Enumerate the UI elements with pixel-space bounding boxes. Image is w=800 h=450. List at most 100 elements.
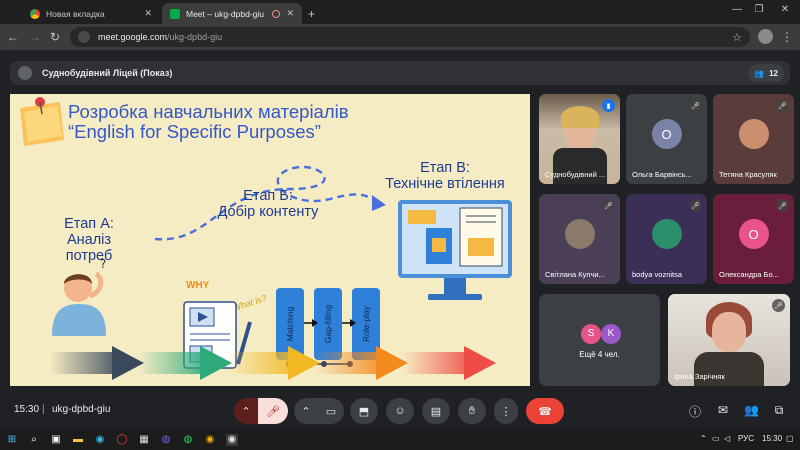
more-options-button[interactable]: ⋮ [494, 398, 518, 424]
language-indicator[interactable]: РУС [738, 434, 754, 443]
mic-off-icon: 🎤︎ [776, 99, 789, 112]
participant-tile[interactable]: 🎤︎ Ірина Зарічняк [668, 294, 790, 386]
participant-tile[interactable]: 🎤︎ bodya voznitsa [626, 194, 707, 284]
site-info-icon[interactable] [78, 31, 90, 43]
more-vert-icon: ⋮ [500, 405, 512, 418]
reactions-button[interactable]: ☺ [386, 398, 414, 424]
activities-icon[interactable]: ⧉ [772, 403, 786, 418]
file-explorer-icon[interactable]: ▬ [72, 434, 84, 446]
forward-icon[interactable]: → [28, 30, 42, 44]
mic-toggle-button[interactable]: 🎤︎ [258, 398, 288, 424]
volume-icon[interactable]: ◁ [724, 434, 730, 443]
svg-text:?: ? [100, 257, 106, 271]
stage-c-subtitle: Технічне втілення [385, 176, 505, 192]
windows-start-icon[interactable]: ⊞ [6, 434, 18, 446]
meet-taskbar-icon[interactable]: ◉ [226, 434, 238, 446]
menu-icon[interactable]: ⋮ [780, 30, 794, 44]
url-path: /ukg-dpbd-giu [167, 32, 223, 42]
participant-avatar: О [738, 219, 769, 249]
participant-photo-avatar [564, 219, 595, 249]
participant-tile[interactable]: О 🎤︎ Ольга Барвінсь... [626, 94, 707, 184]
presenter-avatar [18, 66, 32, 80]
chrome-taskbar-icon[interactable]: ◉ [204, 434, 216, 446]
participant-tile[interactable]: 🎤︎ Світлана Купчи... [539, 194, 620, 284]
camera-toggle-button[interactable]: ▭ [318, 398, 344, 424]
participant-name: Ірина Зарічняк [674, 372, 725, 381]
participant-avatar: О [651, 119, 682, 149]
stage-a-title: Етап А: [64, 216, 114, 232]
arrow-tail [314, 352, 382, 374]
profile-avatar[interactable] [758, 29, 773, 44]
viber-icon[interactable]: ◍ [160, 434, 172, 446]
camera-icon: ▭ [325, 405, 337, 418]
bookmark-star-icon[interactable]: ☆ [732, 31, 742, 44]
reload-icon[interactable]: ↻ [48, 30, 62, 44]
leave-call-button[interactable]: ☎ [526, 398, 564, 424]
slide-title: Розробка навчальних матеріалів “English … [68, 102, 349, 142]
participant-name: Суднобудівний ... [545, 170, 606, 179]
tab-meet[interactable]: Meet – ukg-dpbd-giu ✕ [162, 3, 302, 24]
presentation-bar: Суднобудівний Ліцей (Показ) 👥 12 [10, 61, 790, 85]
restore-icon[interactable]: ❐ [752, 4, 766, 15]
meeting-code: ukg-dpbd-giu [52, 404, 111, 415]
tray-chevron-icon[interactable]: ⌃ [700, 434, 707, 443]
meet-area: Суднобудівний Ліцей (Показ) 👥 12 Розробк… [0, 50, 800, 430]
mic-off-icon: 🎤︎ [602, 199, 615, 212]
opera-icon[interactable]: ◯ [116, 434, 128, 446]
present-screen-icon: ⬒ [358, 405, 370, 418]
notifications-icon[interactable]: ▢ [786, 434, 794, 443]
meet-control-bar: 15:30 | ukg-dpbd-giu ⌃ 🎤︎ ⌃ ▭ ⬒ ☺ ▤ ✋︎ ⋮… [0, 396, 800, 430]
participant-name: Олександра Бо... [719, 270, 779, 279]
tab-label: Новая вкладка [46, 8, 105, 19]
presenter-label: Суднобудівний Ліцей (Показ) [42, 68, 173, 78]
present-button[interactable]: ⬒ [350, 398, 378, 424]
url-field[interactable]: meet.google.com/ukg-dpbd-giu ☆ [70, 27, 750, 47]
mic-off-icon: 🎤︎ [689, 99, 702, 112]
people-icon[interactable]: 👥 [744, 403, 759, 417]
card-label: Matching [285, 306, 295, 342]
tab-new-tab[interactable]: Новая вкладка ✕ [22, 3, 160, 24]
participant-tile[interactable]: ▮ Суднобудівний ... [539, 94, 620, 184]
participant-tile[interactable]: О 🎤︎ Олександра Бо... [713, 194, 794, 284]
whatsapp-icon[interactable]: ◍ [182, 434, 194, 446]
participants-button[interactable]: 👥 12 [748, 64, 784, 82]
edge-icon[interactable]: ◉ [94, 434, 106, 446]
participant-photo-avatar [651, 219, 682, 249]
close-tab-icon[interactable]: ✕ [286, 8, 294, 19]
audio-options-button[interactable]: ⌃ [234, 398, 258, 424]
taskbar-clock[interactable]: 15:30 [762, 434, 782, 443]
participant-name: Тетяна Красуляк [719, 170, 777, 179]
task-view-icon[interactable]: ▣ [50, 434, 62, 446]
why-label: WHY [186, 280, 210, 291]
participant-tile[interactable]: 🎤︎ Тетяна Красуляк [713, 94, 794, 184]
captions-button[interactable]: ▤ [422, 398, 450, 424]
chrome-icon [30, 8, 40, 19]
address-bar-row: ← → ↻ meet.google.com/ukg-dpbd-giu ☆ ⋮ [0, 24, 800, 50]
participant-face [712, 312, 746, 352]
raise-hand-button[interactable]: ✋︎ [458, 398, 486, 424]
captions-icon: ▤ [430, 405, 442, 418]
tab-label: Meet – ukg-dpbd-giu [186, 8, 264, 19]
meeting-info-icon[interactable]: ⓘ [688, 403, 702, 420]
search-icon[interactable]: ⌕ [28, 434, 40, 446]
video-options-button[interactable]: ⌃ [294, 398, 318, 424]
participant-hair [561, 106, 599, 128]
close-tab-icon[interactable]: ✕ [144, 8, 152, 19]
new-tab-button[interactable]: + [302, 3, 321, 24]
arrow-head [464, 346, 496, 380]
more-avatar-k: K [601, 324, 621, 344]
mic-off-icon: 🎤︎ [776, 199, 789, 212]
mic-off-icon: 🎤︎ [689, 199, 702, 212]
chat-icon[interactable]: ✉ [716, 403, 730, 417]
back-icon[interactable]: ← [6, 30, 20, 44]
monitor-illustration [398, 200, 512, 300]
network-icon[interactable]: ▭ [712, 434, 720, 443]
card-arrows [304, 319, 356, 327]
arrow-tail [402, 352, 470, 374]
meet-icon [170, 8, 180, 19]
minimize-icon[interactable]: — [730, 4, 744, 15]
close-window-icon[interactable]: ✕ [778, 4, 792, 15]
app-icon[interactable]: ▦ [138, 434, 150, 446]
more-participants-tile[interactable]: S K Ещё 4 чел. [539, 294, 660, 386]
windows-taskbar: ⊞ ⌕ ▣ ▬ ◉ ◯ ▦ ◍ ◍ ◉ ◉ ⌃ ▭ ◁ РУС 15:30 ▢ [0, 430, 800, 450]
